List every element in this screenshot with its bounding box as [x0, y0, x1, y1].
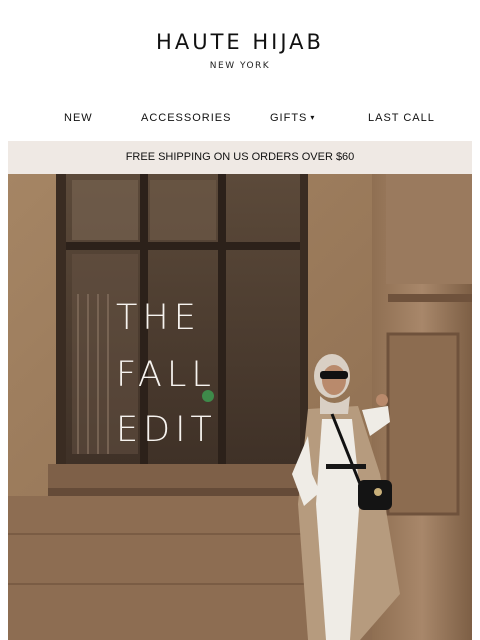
nav-item-label: ACCESSORIES: [141, 112, 232, 124]
nav-item-new[interactable]: NEW: [64, 112, 93, 124]
nav-item-gifts[interactable]: GIFTS ▾: [270, 112, 315, 124]
nav-item-last-call[interactable]: LAST CALL: [368, 112, 435, 124]
hero-title-line-3: EDIT: [116, 410, 217, 450]
promo-banner-text: FREE SHIPPING ON US ORDERS OVER $60: [125, 151, 355, 163]
main-nav: NEW ACCESSORIES GIFTS ▾ LAST CALL: [0, 108, 480, 130]
hero-image[interactable]: THE FALL EDIT: [8, 174, 472, 640]
nav-item-label: NEW: [64, 112, 93, 124]
nav-item-accessories[interactable]: ACCESSORIES: [141, 112, 231, 124]
promo-banner[interactable]: FREE SHIPPING ON US ORDERS OVER $60: [8, 141, 472, 174]
brand-logo[interactable]: HAUTE HIJAB: [0, 30, 480, 54]
hero-photo: [8, 174, 472, 640]
brand-location: NEW YORK: [209, 61, 271, 71]
nav-item-label: GIFTS: [270, 112, 308, 124]
nav-item-label: LAST CALL: [368, 112, 435, 124]
hero-title-line-1: THE: [116, 298, 201, 338]
chevron-down-icon: ▾: [310, 113, 316, 122]
hero-title-line-2: FALL: [116, 355, 216, 395]
email-header: HAUTE HIJAB NEW YORK: [0, 0, 480, 100]
